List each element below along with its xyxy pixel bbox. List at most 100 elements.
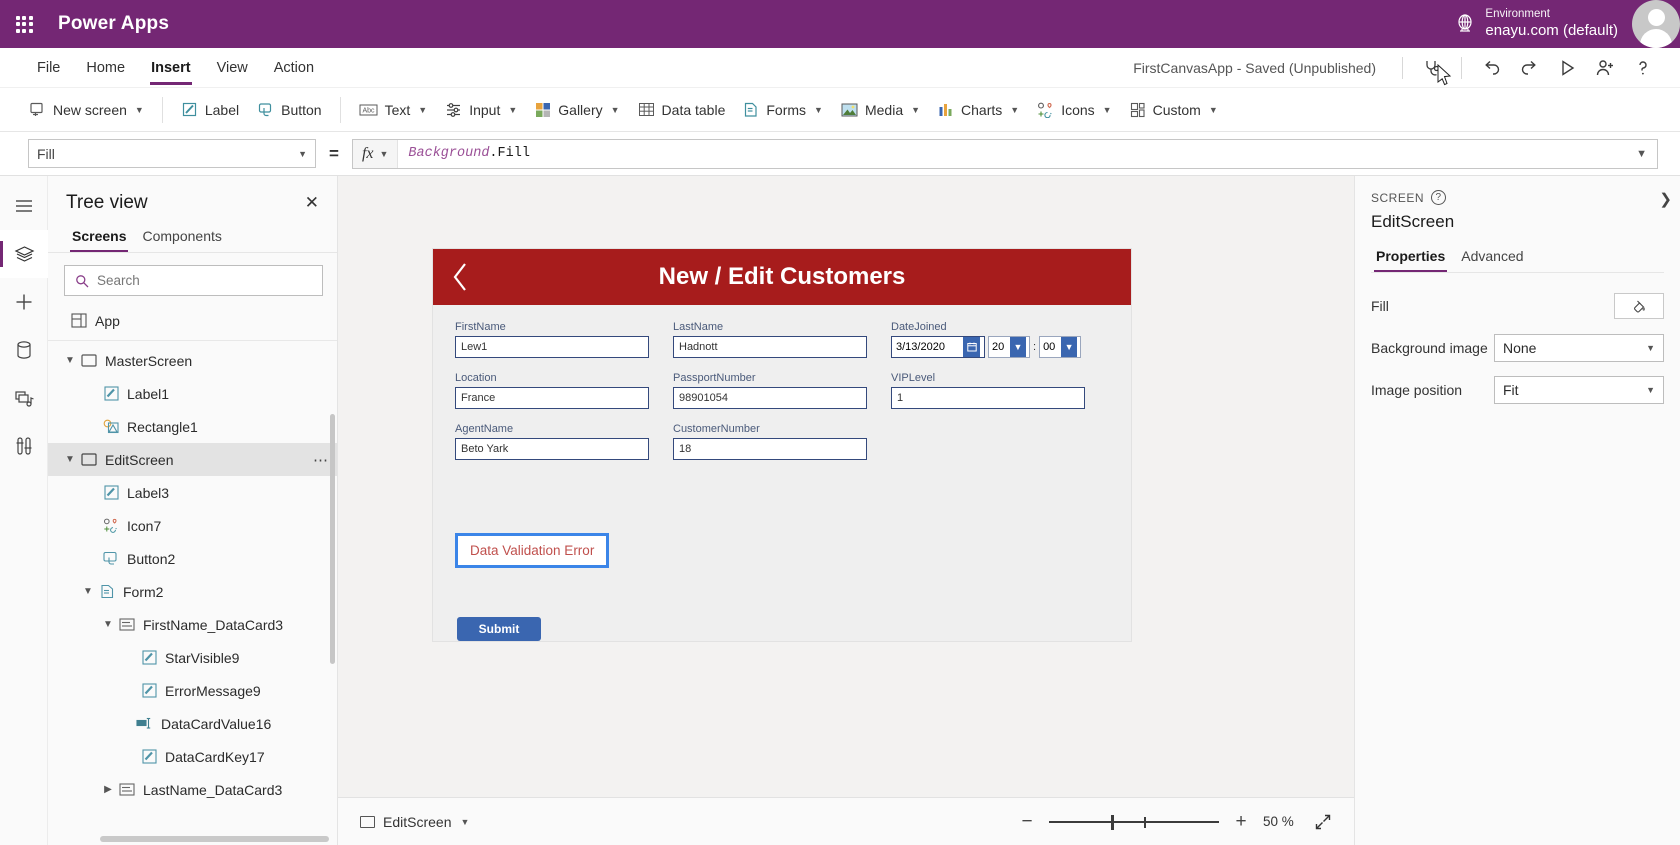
property-selector[interactable]: Fill ▼ [28, 139, 316, 168]
ribbon-new-screen[interactable]: New screen ▼ [20, 93, 153, 127]
new-screen-icon [29, 101, 46, 118]
ribbon-forms[interactable]: Forms ▼ [734, 93, 832, 127]
menu-item-file[interactable]: File [26, 48, 71, 88]
menu-item-home[interactable]: Home [75, 48, 136, 88]
customernumber-input[interactable]: 18 [673, 438, 867, 460]
chevron-down-icon[interactable]: ▼ [62, 355, 78, 366]
data-validation-error-label: Data Validation Error [458, 536, 607, 565]
ribbon-text[interactable]: Abc Text ▼ [350, 93, 437, 127]
chevron-right-icon[interactable]: ▶ [100, 784, 116, 795]
tree-node-masterscreen[interactable]: ▼ MasterScreen [48, 344, 337, 377]
screen-selector[interactable]: EditScreen ▼ [360, 814, 469, 830]
tree-node-editscreen[interactable]: ▼ EditScreen ⋯ [48, 443, 337, 476]
insert-plus-icon[interactable] [0, 278, 48, 326]
media-library-icon[interactable] [0, 374, 48, 422]
tab-components[interactable]: Components [136, 223, 227, 252]
formula-expand-icon[interactable]: ▼ [1626, 148, 1657, 160]
close-icon[interactable]: ✕ [301, 190, 323, 215]
custom-blocks-icon [1130, 102, 1146, 118]
ribbon-data-table[interactable]: Data table [629, 93, 735, 127]
undo-icon[interactable] [1472, 49, 1510, 87]
tree-node-rectangle1[interactable]: Rectangle1 [48, 410, 337, 443]
tree-node-firstname-datacard3[interactable]: ▼ FirstName_DataCard3 [48, 608, 337, 641]
share-user-icon[interactable] [1586, 49, 1624, 87]
chevron-right-icon[interactable]: ❯ [1659, 190, 1672, 208]
chevron-down-icon[interactable]: ▼ [62, 454, 78, 465]
menu-item-view[interactable]: View [206, 48, 259, 88]
help-icon[interactable] [1624, 49, 1662, 87]
firstname-input[interactable]: Lew1 [455, 336, 649, 358]
fill-color-picker[interactable] [1614, 293, 1664, 319]
tree-horizontal-scrollbar[interactable] [100, 836, 329, 842]
app-canvas[interactable]: New / Edit Customers FirstName Lew1 Last… [338, 176, 1354, 797]
tree-node-datacardkey17[interactable]: DataCardKey17 [48, 740, 337, 773]
tree-node-starvisible9[interactable]: StarVisible9 [48, 641, 337, 674]
tree-node-form2[interactable]: ▼ Form2 [48, 575, 337, 608]
help-circle-icon[interactable]: ? [1431, 190, 1447, 205]
tree-node-app[interactable]: App [48, 304, 337, 337]
tree-vertical-scrollbar[interactable] [330, 414, 335, 664]
ribbon-icons[interactable]: Icons ▼ [1028, 93, 1120, 127]
chevron-left-icon[interactable] [433, 260, 489, 294]
ribbon-media[interactable]: Media ▼ [832, 93, 929, 127]
label-icon [181, 101, 198, 118]
advanced-tools-icon[interactable] [0, 422, 48, 470]
formula-input-wrapper[interactable]: fx ▼ Background.Fill ▼ [351, 138, 1658, 169]
calendar-icon[interactable] [963, 337, 980, 357]
ribbon-custom[interactable]: Custom ▼ [1121, 93, 1227, 127]
background-image-dropdown[interactable]: None ▼ [1494, 334, 1664, 362]
lastname-input[interactable]: Hadnott [673, 336, 867, 358]
location-input[interactable]: France [455, 387, 649, 409]
tree-node-label3[interactable]: Label3 [48, 476, 337, 509]
tab-advanced[interactable]: Advanced [1456, 244, 1528, 272]
search-input[interactable]: Search [64, 265, 323, 296]
preview-play-icon[interactable] [1548, 49, 1586, 87]
fx-toggle-button[interactable]: fx ▼ [352, 139, 399, 168]
fit-screen-icon[interactable] [1314, 813, 1332, 831]
ribbon-input[interactable]: Input ▼ [436, 93, 526, 127]
tree-node-more-icon[interactable]: ⋯ [313, 451, 329, 469]
app-checker-icon[interactable] [1413, 49, 1451, 87]
minute-dropdown[interactable]: 00 ▼ [1039, 336, 1082, 358]
tree-view-header: Tree view ✕ [48, 176, 337, 223]
viplevel-input[interactable]: 1 [891, 387, 1085, 409]
screen-preview[interactable]: New / Edit Customers FirstName Lew1 Last… [433, 249, 1131, 641]
formula-input[interactable]: Background.Fill [398, 146, 1626, 161]
zoom-slider[interactable] [1049, 814, 1219, 830]
user-avatar[interactable] [1632, 0, 1680, 48]
chevron-down-icon[interactable]: ▼ [80, 586, 96, 597]
hour-dropdown[interactable]: 20 ▼ [988, 336, 1030, 358]
menu-item-insert[interactable]: Insert [140, 48, 202, 88]
agentname-input[interactable]: Beto Yark [455, 438, 649, 460]
ribbon-label-control[interactable]: Label [172, 93, 248, 127]
tab-screens[interactable]: Screens [66, 223, 132, 252]
menu-item-action[interactable]: Action [263, 48, 325, 88]
environment-selector[interactable]: Environment enayu.com (default) [1454, 7, 1618, 40]
tree-node-label1[interactable]: Label1 [48, 377, 337, 410]
redo-icon[interactable] [1510, 49, 1548, 87]
zoom-in-button[interactable]: + [1232, 811, 1250, 833]
tree-view-layers-icon[interactable] [0, 230, 48, 278]
app-launcher-icon[interactable] [0, 0, 48, 48]
tree-node-datacardvalue16[interactable]: DataCardValue16 [48, 707, 337, 740]
ribbon-button-control[interactable]: Button [248, 93, 330, 127]
zoom-out-button[interactable]: − [1018, 811, 1036, 833]
tree-node-icon7[interactable]: Icon7 [48, 509, 337, 542]
date-input[interactable]: 3/13/2020 [891, 336, 985, 358]
ribbon-gallery[interactable]: Gallery ▼ [526, 93, 628, 127]
chevron-down-icon[interactable]: ▼ [100, 619, 116, 630]
textinput-icon [134, 717, 156, 730]
tab-properties[interactable]: Properties [1371, 244, 1450, 272]
ribbon-charts[interactable]: Charts ▼ [929, 93, 1028, 127]
hamburger-menu-icon[interactable] [0, 182, 48, 230]
data-cylinder-icon[interactable] [0, 326, 48, 374]
selected-control-outline[interactable]: Data Validation Error [455, 533, 610, 568]
tree-node-lastname-datacard3[interactable]: ▶ LastName_DataCard3 [48, 773, 337, 806]
media-image-icon [841, 103, 858, 117]
tree-node-errormessage9[interactable]: ErrorMessage9 [48, 674, 337, 707]
tree-node-button2[interactable]: Button2 [48, 542, 337, 575]
field-label: VIPLevel [891, 372, 936, 384]
submit-button[interactable]: Submit [457, 617, 541, 641]
passportnumber-input[interactable]: 98901054 [673, 387, 867, 409]
image-position-dropdown[interactable]: Fit ▼ [1494, 376, 1664, 404]
